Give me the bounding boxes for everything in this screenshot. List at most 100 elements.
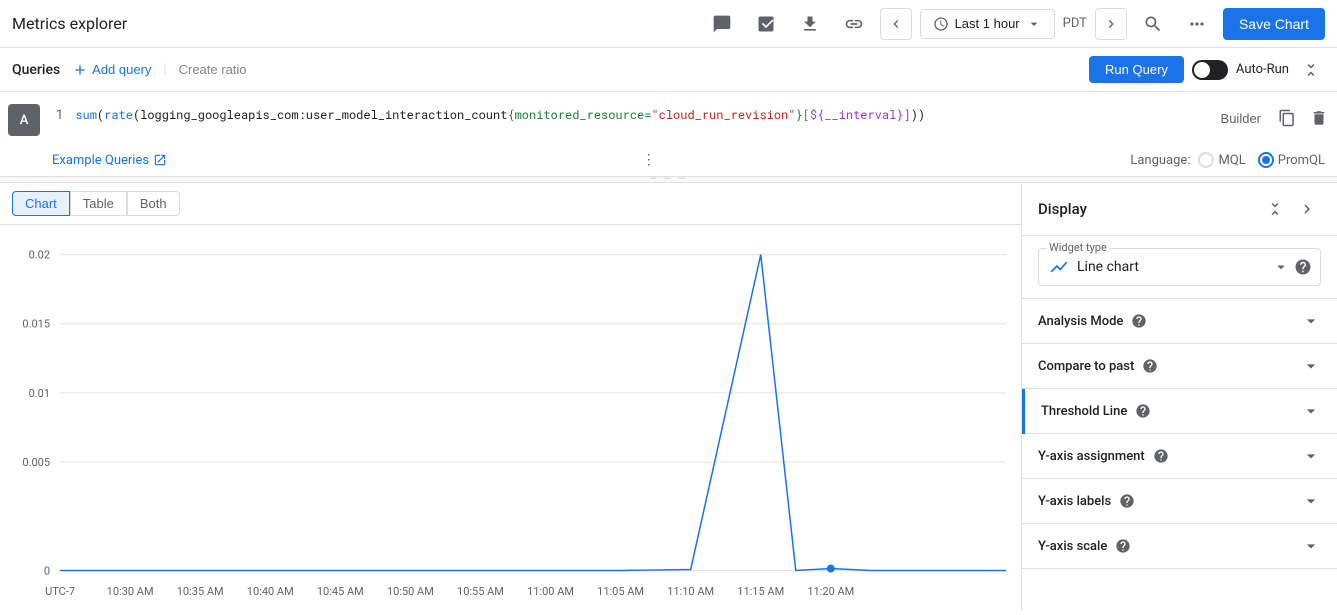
threshold-line-help-icon[interactable] xyxy=(1135,403,1151,419)
app-title: Metrics explorer xyxy=(12,14,127,33)
copy-query-button[interactable] xyxy=(1273,104,1301,132)
chat-icon-btn[interactable] xyxy=(704,6,740,42)
analysis-mode-chevron-icon xyxy=(1301,311,1321,331)
y-axis-labels-help-icon[interactable] xyxy=(1119,493,1135,509)
svg-text:11:20 AM: 11:20 AM xyxy=(807,585,854,598)
time-range-label: Last 1 hour xyxy=(955,16,1020,31)
queries-left: Queries Add query | Create ratio xyxy=(12,62,247,78)
threshold-line-section: Threshold Line xyxy=(1022,389,1337,434)
collapse-button[interactable] xyxy=(1297,56,1325,84)
header-actions: Last 1 hour PDT Save Chart xyxy=(704,6,1325,42)
svg-text:10:40 AM: 10:40 AM xyxy=(247,585,294,598)
analysis-mode-section: Analysis Mode xyxy=(1022,299,1337,344)
display-collapse-up-btn[interactable] xyxy=(1261,195,1289,223)
download-icon-btn[interactable] xyxy=(792,6,828,42)
display-panel: Display Widget type Line xyxy=(1022,183,1337,610)
compare-to-past-help-icon[interactable] xyxy=(1142,358,1158,374)
query-editor: A 1 sum(rate(logging_googleapis_com:user… xyxy=(0,92,1337,183)
svg-text:11:00 AM: 11:00 AM xyxy=(527,585,574,598)
svg-text:0.02: 0.02 xyxy=(29,249,50,262)
prev-nav-btn[interactable] xyxy=(880,8,912,40)
widget-type-help-icon[interactable] xyxy=(1294,258,1312,276)
y-axis-assignment-section: Y-axis assignment xyxy=(1022,434,1337,479)
chart-svg: 0.02 0.015 0.01 0.005 0 UTC-7 10:30 AM 1… xyxy=(0,225,1021,610)
svg-text:11:15 AM: 11:15 AM xyxy=(737,585,784,598)
query-label-a: A xyxy=(8,104,40,136)
language-selector: Language: MQL PromQL xyxy=(1130,152,1325,168)
widget-type-label: Widget type xyxy=(1047,241,1109,254)
svg-text:10:30 AM: 10:30 AM xyxy=(107,585,154,598)
timezone-label: PDT xyxy=(1063,16,1087,31)
overflow-icon-btn[interactable] xyxy=(1179,6,1215,42)
widget-type-container: Widget type Line chart xyxy=(1038,248,1321,286)
tab-chart[interactable]: Chart xyxy=(12,191,70,216)
queries-bar: Queries Add query | Create ratio Run Que… xyxy=(0,48,1337,92)
queries-right: Run Query Auto-Run xyxy=(1089,56,1325,84)
builder-button[interactable]: Builder xyxy=(1213,104,1269,132)
query-text[interactable]: sum(rate(logging_googleapis_com:user_mod… xyxy=(71,100,1208,130)
auto-run-toggle[interactable] xyxy=(1192,60,1228,80)
queries-label: Queries xyxy=(12,62,60,78)
add-chart-icon-btn[interactable] xyxy=(748,6,784,42)
svg-text:0.01: 0.01 xyxy=(29,387,50,400)
radio-group: MQL PromQL xyxy=(1198,152,1325,168)
main-area: Chart Table Both 0.02 0.015 0.01 0.005 0… xyxy=(0,183,1337,610)
promql-radio[interactable]: PromQL xyxy=(1258,152,1325,168)
svg-text:11:10 AM: 11:10 AM xyxy=(667,585,714,598)
svg-text:0.015: 0.015 xyxy=(22,318,50,331)
run-query-button[interactable]: Run Query xyxy=(1089,56,1184,83)
drag-handle[interactable]: — — — xyxy=(0,176,1337,182)
tab-both[interactable]: Both xyxy=(127,191,180,216)
y-axis-scale-section: Y-axis scale xyxy=(1022,524,1337,569)
svg-text:10:35 AM: 10:35 AM xyxy=(177,585,224,598)
svg-text:UTC-7: UTC-7 xyxy=(45,585,75,598)
widget-type-section: Widget type Line chart xyxy=(1022,236,1337,299)
line-chart-icon xyxy=(1049,257,1069,277)
svg-text:10:50 AM: 10:50 AM xyxy=(387,585,434,598)
display-expand-btn[interactable] xyxy=(1293,195,1321,223)
widget-type-select[interactable]: Line chart xyxy=(1039,249,1320,285)
query-line-num: 1 xyxy=(48,100,71,123)
chart-container: 0.02 0.015 0.01 0.005 0 UTC-7 10:30 AM 1… xyxy=(0,225,1021,610)
mql-radio-circle xyxy=(1198,152,1214,168)
language-label: Language: xyxy=(1130,153,1190,168)
compare-to-past-section: Compare to past xyxy=(1022,344,1337,389)
auto-run-label: Auto-Run xyxy=(1236,62,1289,77)
link-icon-btn[interactable] xyxy=(836,6,872,42)
compare-to-past-chevron-icon xyxy=(1301,356,1321,376)
widget-type-left: Line chart xyxy=(1049,257,1139,277)
svg-text:0.005: 0.005 xyxy=(22,456,50,469)
y-axis-labels-section: Y-axis labels xyxy=(1022,479,1337,524)
example-queries-link[interactable]: Example Queries xyxy=(52,153,167,168)
y-axis-scale-chevron-icon xyxy=(1301,536,1321,556)
time-range-btn[interactable]: Last 1 hour xyxy=(920,9,1055,39)
add-query-button[interactable]: Add query xyxy=(72,62,151,78)
create-ratio-button[interactable]: Create ratio xyxy=(179,62,247,77)
next-nav-btn[interactable] xyxy=(1095,8,1127,40)
display-header: Display xyxy=(1022,183,1337,236)
display-header-actions xyxy=(1261,195,1321,223)
widget-type-value: Line chart xyxy=(1077,259,1139,275)
svg-text:0: 0 xyxy=(44,565,50,578)
analysis-mode-help-icon[interactable] xyxy=(1131,313,1147,329)
y-axis-assignment-chevron-icon xyxy=(1301,446,1321,466)
delete-query-button[interactable] xyxy=(1305,104,1333,132)
search-icon-btn[interactable] xyxy=(1135,6,1171,42)
promql-radio-circle xyxy=(1258,152,1274,168)
svg-text:10:55 AM: 10:55 AM xyxy=(457,585,504,598)
header: Metrics explorer Last 1 hour PDT xyxy=(0,0,1337,48)
mql-radio[interactable]: MQL xyxy=(1198,152,1245,168)
svg-text:11:05 AM: 11:05 AM xyxy=(597,585,644,598)
query-row: A 1 sum(rate(logging_googleapis_com:user… xyxy=(0,92,1337,148)
query-footer: Example Queries ⋮ Language: MQL PromQL xyxy=(0,148,1337,176)
tab-table[interactable]: Table xyxy=(70,191,127,216)
threshold-indicator xyxy=(1022,389,1025,434)
y-axis-scale-help-icon[interactable] xyxy=(1115,538,1131,554)
save-chart-button[interactable]: Save Chart xyxy=(1223,8,1325,40)
widget-type-chevron-icon xyxy=(1272,258,1290,276)
chart-tabs: Chart Table Both xyxy=(0,183,1021,225)
y-axis-labels-chevron-icon xyxy=(1301,491,1321,511)
chart-area: Chart Table Both 0.02 0.015 0.01 0.005 0… xyxy=(0,183,1022,610)
y-axis-assignment-help-icon[interactable] xyxy=(1153,448,1169,464)
threshold-line-chevron-icon xyxy=(1301,401,1321,421)
